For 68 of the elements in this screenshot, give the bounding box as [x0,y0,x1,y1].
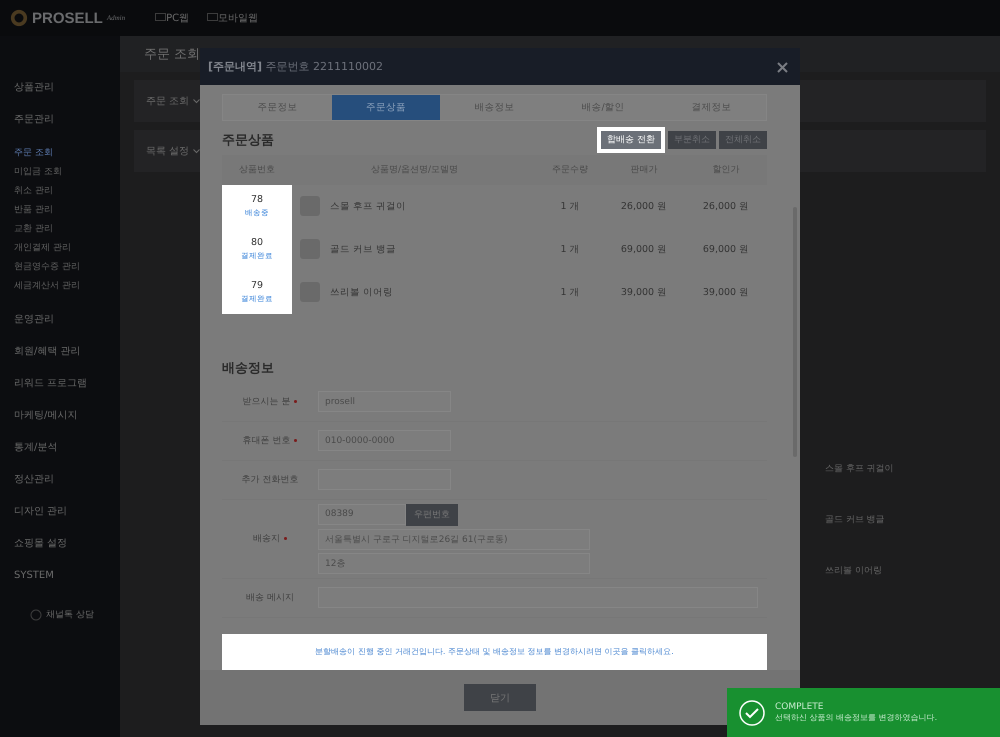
header-link[interactable]: 모바일웹 [207,11,258,25]
tab[interactable]: 주문상품 [332,95,440,120]
section-title: 주문상품 [222,132,274,149]
section-title: 배송정보 [222,360,275,377]
caret-icon [193,148,200,154]
chat-icon [30,608,42,620]
product-number: 78 [250,194,264,206]
sidebar-subitem[interactable]: 미입금 조회 [14,163,120,182]
field-label: 휴대폰 번호 [242,434,298,448]
caret-icon [193,98,200,104]
monitor-icon [207,13,218,23]
sidebar-item[interactable]: 정산관리 [14,464,120,496]
table-cell-text: 39,000 원 [620,286,668,300]
filter-dropdown[interactable]: 주문 조회 [146,94,200,108]
sidebar-item[interactable]: 쇼핑몰 설정 [14,528,120,560]
product-name: 스몰 후프 귀걸이 [330,200,406,213]
sidebar-item[interactable]: 상품관리 [14,72,120,104]
table-cell-text: 26,000 원 [620,200,668,214]
table-cell-text: 1 개 [559,242,581,257]
table-cell-text: 1 개 [559,286,581,300]
sidebar-item[interactable]: SYSTEM [14,560,120,592]
zipcode-button[interactable]: 우편번호 [406,504,458,526]
action-button[interactable]: 합배송 전환 [601,130,661,149]
sidebar-subitem[interactable]: 개인결제 관리 [14,239,120,258]
close-icon [777,62,788,72]
logo-icon [10,9,28,27]
sidebar-subitem[interactable]: 현금영수증 관리 [14,258,120,277]
notice-banner[interactable]: 분할배송이 진행 중인 거래건입니다. 주문상태 및 배송정보 정보를 변경하시려면 이곳을 클릭하세요. [222,634,767,670]
sidebar-item[interactable]: 디자인 관리 [14,496,120,528]
page-title: 주문 조회 [144,46,200,63]
table-cell-text: 69,000 원 [620,242,668,257]
logo-text: PROSELL [32,10,103,26]
monitor-icon [155,13,166,23]
check-icon [739,700,765,726]
notice-link[interactable]: 분할배송이 진행 중인 거래건입니다. 주문상태 및 배송정보 정보를 변경하시려면 이곳을 클릭하세요. [315,646,674,658]
modal-title: [주문내역] 주문번호 2211110002 [208,59,384,74]
filter-dropdown[interactable]: 목록 설정 [146,144,200,158]
sidebar-item[interactable]: 통계/분석 [14,432,120,464]
field-label: 배송지 [253,532,287,546]
sidebar-subitem[interactable]: 반품 관리 [14,201,120,220]
chat-button[interactable]: 채널톡 상담 [30,608,94,621]
toast-title: COMPLETE [775,702,824,712]
product-number: 80 [250,237,264,248]
sidebar-item[interactable]: 마케팅/메시지 [14,400,120,432]
product-name: 골드 커브 뱅글 [330,242,396,256]
table-cell-text: 26,000 원 [702,200,750,214]
sidebar-subitem[interactable]: 세금계산서 관리 [14,277,120,296]
field-label: 추가 전화번호 [242,474,298,486]
product-name: 스몰 후프 귀걸이 [825,463,895,475]
header-link[interactable]: PC웹 [155,11,190,25]
table-cell-text: 39,000 원 [702,286,750,300]
product-name: 쓰리볼 이어링 [330,286,394,299]
sidebar-subitem[interactable]: 취소 관리 [14,182,120,201]
product-name: 골드 커브 뱅글 [825,514,886,526]
field-label: 배송 메시지 [246,592,294,604]
table-cell-text: 69,000 원 [702,242,750,257]
sidebar-item[interactable]: 회원/혜택 관리 [14,336,120,368]
table-cell-text: 1 개 [559,200,581,214]
sidebar-subitem[interactable]: 주문 조회 [14,144,120,163]
sidebar-item[interactable]: 주문관리 [14,104,120,136]
field-label: 받으시는 분 [242,395,298,408]
close-button[interactable]: 닫기 [464,684,536,711]
sidebar-item[interactable]: 운영관리 [14,304,120,336]
sidebar-subitem[interactable]: 교환 관리 [14,220,120,239]
toast-message: 선택하신 상품의 배송정보를 변경하였습니다. [775,712,938,723]
product-number: 79 [250,280,264,292]
sidebar-item[interactable]: 리워드 프로그램 [14,368,120,400]
product-name: 쓰리볼 이어링 [825,565,883,577]
